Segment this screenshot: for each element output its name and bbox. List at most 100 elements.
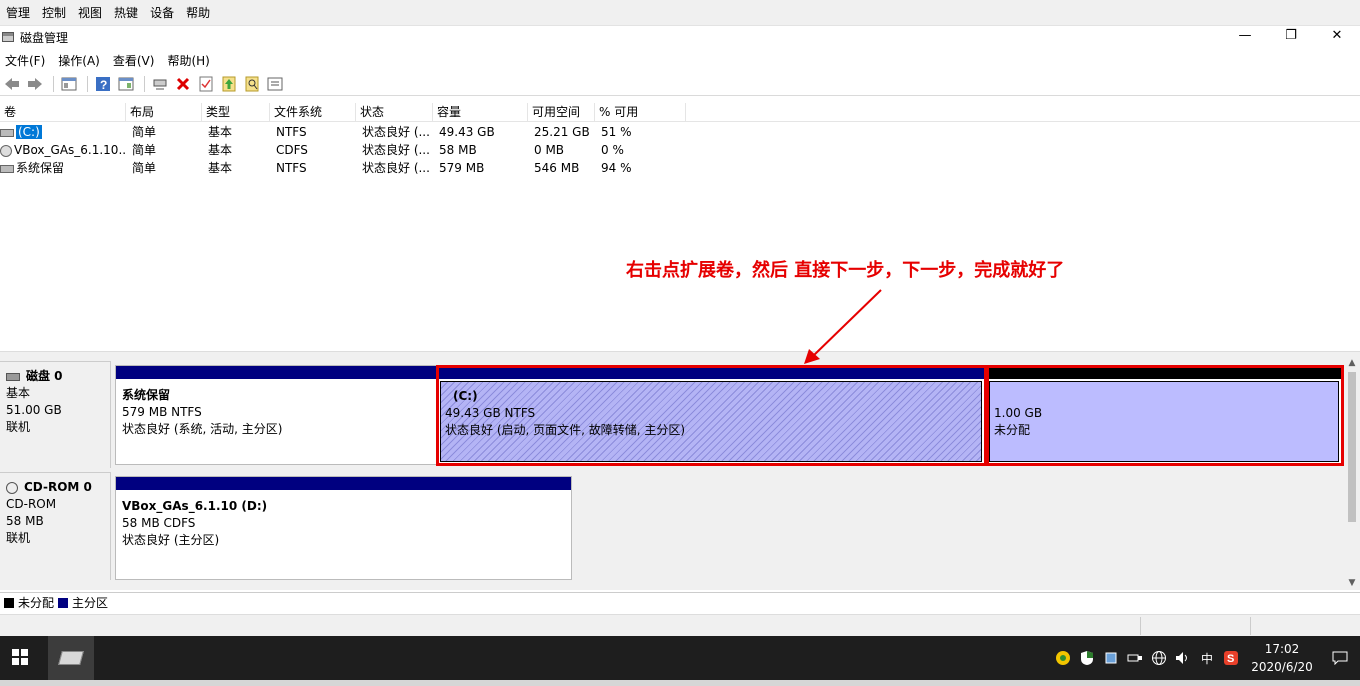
menu-help[interactable]: 帮助	[180, 4, 216, 21]
sogou-ime-icon[interactable]: S	[1220, 636, 1242, 680]
clock-time: 17:02	[1264, 642, 1300, 656]
partition-cdrom-d[interactable]: VBox_GAs_6.1.10 (D:) 58 MB CDFS 状态良好 (主分…	[115, 476, 572, 580]
taskbar-app-disk-management[interactable]	[48, 636, 94, 680]
table-row[interactable]: VBox_GAs_6.1.10... 简单 基本 CDFS 状态良好 (... …	[0, 141, 700, 159]
col-free-space[interactable]: 可用空间	[528, 103, 595, 122]
svg-text:S: S	[1227, 653, 1234, 665]
scroll-up-icon[interactable]: ▲	[1344, 356, 1360, 370]
status-bar	[0, 614, 1360, 636]
connect-disk-icon[interactable]	[150, 74, 170, 94]
search-icon[interactable]	[242, 74, 262, 94]
menu-control[interactable]: 控制	[36, 4, 72, 21]
col-volume[interactable]: 卷	[0, 103, 126, 122]
cell-percent: 0 %	[601, 143, 624, 157]
status-segment	[1140, 617, 1250, 635]
usb-icon[interactable]	[1124, 636, 1146, 680]
volume-speaker-icon[interactable]	[1172, 636, 1194, 680]
scroll-down-icon[interactable]: ▼	[1344, 576, 1360, 590]
check-icon[interactable]	[196, 74, 216, 94]
rescan-icon[interactable]	[265, 74, 285, 94]
partition-size: 58 MB CDFS	[122, 516, 196, 530]
col-layout[interactable]: 布局	[126, 103, 202, 122]
table-row[interactable]: 系统保留 简单 基本 NTFS 状态良好 (... 579 MB 546 MB …	[0, 159, 700, 177]
table-row[interactable]: (C:) 简单 基本 NTFS 状态良好 (... 49.43 GB 25.21…	[0, 123, 700, 141]
cd-drive-icon	[6, 481, 18, 494]
cell-capacity: 579 MB	[439, 161, 485, 175]
defender-icon[interactable]	[1076, 636, 1098, 680]
disk-map: 磁盘 0 基本 51.00 GB 联机 系统保留 579 MB NTFS 状态良…	[0, 356, 1344, 590]
partition-name: VBox_GAs_6.1.10 (D:)	[122, 499, 268, 513]
highlight-box-unallocated	[986, 365, 1344, 466]
close-button[interactable]: ✕	[1314, 26, 1360, 48]
menu-manage[interactable]: 管理	[0, 4, 36, 21]
cell-capacity: 49.43 GB	[439, 125, 495, 139]
menu-view[interactable]: 视图	[72, 4, 108, 21]
col-percent-free[interactable]: % 可用	[595, 103, 686, 122]
disk0-info[interactable]: 磁盘 0 基本 51.00 GB 联机	[0, 361, 111, 468]
highlight-box-c	[436, 365, 987, 466]
security-shield-icon[interactable]	[1052, 636, 1074, 680]
cell-free: 25.21 GB	[534, 125, 590, 139]
col-filesystem[interactable]: 文件系统	[270, 103, 356, 122]
menu-devices[interactable]: 设备	[144, 4, 180, 21]
system-tray: 中 S 17:02 2020/6/20	[1052, 636, 1360, 680]
windows-start-icon[interactable]	[12, 649, 28, 665]
scroll-thumb[interactable]	[1348, 372, 1356, 522]
menu-help-app[interactable]: 帮助(H)	[162, 52, 217, 69]
menu-file[interactable]: 文件(F)	[0, 52, 53, 69]
cell-type: 基本	[208, 125, 233, 139]
volume-icon	[0, 128, 14, 137]
import-icon[interactable]	[219, 74, 239, 94]
taskbar-clock[interactable]: 17:02 2020/6/20	[1244, 640, 1320, 676]
delete-icon[interactable]	[173, 74, 193, 94]
back-icon[interactable]	[2, 74, 22, 94]
partition-status: 状态良好 (主分区)	[122, 533, 220, 547]
virtualbox-icon[interactable]	[1100, 636, 1122, 680]
disk-management-app-icon	[58, 651, 84, 665]
input-method-indicator[interactable]: 中	[1196, 636, 1218, 680]
cell-layout: 简单	[132, 143, 157, 157]
volume-icon	[0, 164, 14, 173]
menu-action[interactable]: 操作(A)	[53, 52, 108, 69]
legend-label-primary: 主分区	[72, 596, 109, 610]
primary-partition-band	[116, 477, 571, 490]
volume-name: 系统保留	[16, 161, 65, 175]
help-icon[interactable]: ?	[93, 74, 113, 94]
legend: 未分配 主分区	[0, 592, 1360, 612]
restore-button[interactable]: ❐	[1268, 26, 1314, 48]
notification-icon[interactable]	[1320, 636, 1360, 680]
forward-icon[interactable]	[25, 74, 45, 94]
col-status[interactable]: 状态	[356, 103, 433, 122]
cell-type: 基本	[208, 143, 233, 157]
menu-hotkey[interactable]: 热键	[108, 4, 144, 21]
window-title: 磁盘管理	[20, 30, 69, 45]
clock-date: 2020/6/20	[1251, 660, 1313, 674]
cell-capacity: 58 MB	[439, 143, 477, 157]
cell-type: 基本	[208, 161, 233, 175]
properties-icon[interactable]	[116, 74, 136, 94]
toolbar-separator	[87, 75, 88, 92]
disk-map-scrollbar[interactable]: ▲ ▼	[1344, 356, 1360, 590]
toolbar-separator	[53, 75, 54, 92]
minimize-button[interactable]: —	[1222, 26, 1268, 48]
disk0-size: 51.00 GB	[6, 403, 62, 417]
menu-view-app[interactable]: 查看(V)	[108, 52, 163, 69]
cell-layout: 简单	[132, 161, 157, 175]
disk0-status: 联机	[6, 420, 31, 434]
network-icon[interactable]	[1148, 636, 1170, 680]
cdrom0-info[interactable]: CD-ROM 0 CD-ROM 58 MB 联机	[0, 472, 111, 580]
legend-label-unallocated: 未分配	[18, 596, 55, 610]
cdrom0-size: 58 MB	[6, 514, 44, 528]
status-segment	[1250, 617, 1360, 635]
cd-volume-icon	[0, 144, 12, 157]
cell-status: 状态良好 (...	[362, 125, 430, 139]
svg-text:?: ?	[100, 78, 107, 92]
col-type[interactable]: 类型	[202, 103, 270, 122]
col-capacity[interactable]: 容量	[433, 103, 528, 122]
disk0-type: 基本	[6, 386, 31, 400]
console-tree-icon[interactable]	[59, 74, 79, 94]
partition-system-reserved[interactable]: 系统保留 579 MB NTFS 状态良好 (系统, 活动, 主分区)	[115, 365, 437, 465]
volume-name: VBox_GAs_6.1.10...	[14, 143, 126, 157]
legend-swatch-unallocated	[4, 597, 14, 608]
cell-filesystem: NTFS	[276, 161, 307, 175]
